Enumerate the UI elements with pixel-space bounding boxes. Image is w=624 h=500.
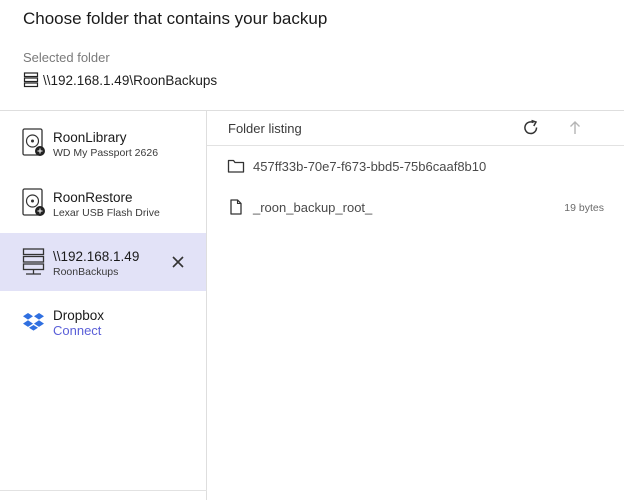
refresh-icon[interactable] xyxy=(521,118,541,138)
server-icon xyxy=(23,72,39,88)
sidebar-item-subtitle: Lexar USB Flash Drive xyxy=(53,207,160,219)
sidebar-bottom-divider xyxy=(0,490,207,491)
entry-name: 457ff33b-70e7-f673-bbd5-75b6caaf8b10 xyxy=(253,159,487,174)
hard-drive-icon xyxy=(22,188,46,218)
sidebar-item-network-share[interactable]: \\192.168.1.49 RoonBackups xyxy=(0,233,206,291)
selected-folder-label: Selected folder xyxy=(23,50,110,65)
sidebar-item-roonlibrary[interactable]: RoonLibrary WD My Passport 2626 xyxy=(0,114,206,172)
server-icon xyxy=(22,247,46,277)
arrow-up-icon[interactable] xyxy=(566,119,584,137)
listing-header: Folder listing xyxy=(207,111,624,146)
selected-path-text: \\192.168.1.49\RoonBackups xyxy=(43,72,218,88)
sidebar-item-subtitle: RoonBackups xyxy=(53,266,119,278)
sidebar: RoonLibrary WD My Passport 2626 RoonRest… xyxy=(0,111,207,500)
folder-listing-panel: Folder listing 457ff33b-70e7-f673-bbd5-7… xyxy=(207,111,624,500)
list-item[interactable]: 457ff33b-70e7-f673-bbd5-75b6caaf8b10 xyxy=(207,146,624,186)
listing-title: Folder listing xyxy=(228,121,302,136)
entry-size: 19 bytes xyxy=(564,202,604,214)
entry-name: _roon_backup_root_ xyxy=(253,200,373,215)
close-icon[interactable] xyxy=(169,253,187,271)
sidebar-item-dropbox[interactable]: Dropbox Connect xyxy=(0,292,206,350)
sidebar-item-subtitle: WD My Passport 2626 xyxy=(53,147,159,159)
dialog-header: Choose folder that contains your backup … xyxy=(0,0,624,110)
list-item[interactable]: _roon_backup_root_ 19 bytes xyxy=(207,187,624,227)
sidebar-item-name: Dropbox xyxy=(53,308,105,323)
sidebar-item-name: RoonLibrary xyxy=(53,130,127,145)
folder-icon xyxy=(227,158,245,174)
file-icon xyxy=(227,199,245,215)
sidebar-item-name: RoonRestore xyxy=(53,190,133,205)
sidebar-item-name: \\192.168.1.49 xyxy=(53,249,140,264)
selected-folder-path: \\192.168.1.49\RoonBackups xyxy=(23,72,217,88)
dialog-title: Choose folder that contains your backup xyxy=(23,9,328,28)
dropbox-icon xyxy=(22,306,46,336)
sidebar-item-roonrestore[interactable]: RoonRestore Lexar USB Flash Drive xyxy=(0,174,206,232)
hard-drive-icon xyxy=(22,128,46,158)
dropbox-connect-link[interactable]: Connect xyxy=(53,323,101,338)
